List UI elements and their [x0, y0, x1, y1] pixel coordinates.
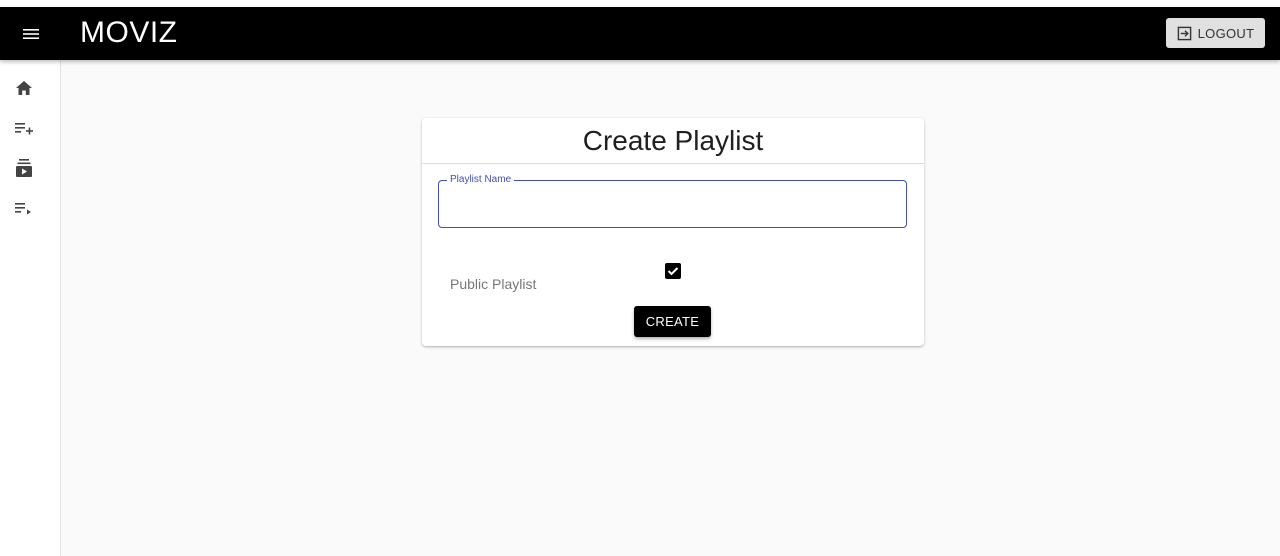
sidebar — [0, 60, 61, 556]
playlist-play-icon — [15, 203, 31, 215]
logout-label: LOGOUT — [1197, 25, 1255, 41]
subscriptions-icon — [16, 159, 32, 177]
create-button[interactable]: CREATE — [634, 306, 711, 337]
playlist-add-icon — [15, 123, 33, 135]
hamburger-menu-icon — [23, 29, 39, 39]
app-bar: MOVIZ LOGOUT — [0, 7, 1280, 60]
create-playlist-card: Create Playlist Playlist Name Public Pla… — [422, 118, 924, 346]
logout-icon — [1177, 26, 1191, 40]
sidebar-item-home[interactable] — [12, 76, 36, 100]
top-strip — [0, 0, 1280, 7]
public-playlist-checkbox[interactable] — [665, 263, 681, 279]
app-title: MOVIZ — [80, 16, 178, 49]
card-header: Create Playlist — [422, 118, 924, 164]
home-icon — [16, 81, 32, 95]
logout-button[interactable]: LOGOUT — [1166, 18, 1265, 48]
public-playlist-label: Public Playlist — [450, 276, 537, 292]
page-title: Create Playlist — [582, 124, 764, 156]
checkmark-icon — [667, 267, 679, 276]
sidebar-item-subscriptions[interactable] — [12, 156, 36, 180]
playlist-name-input[interactable] — [439, 181, 906, 227]
menu-button[interactable] — [12, 15, 50, 53]
playlist-name-field: Playlist Name — [438, 174, 907, 228]
sidebar-item-add-playlist[interactable] — [12, 116, 36, 140]
main-content: Create Playlist Playlist Name Public Pla… — [61, 60, 1280, 556]
sidebar-item-playlists[interactable] — [12, 196, 36, 220]
